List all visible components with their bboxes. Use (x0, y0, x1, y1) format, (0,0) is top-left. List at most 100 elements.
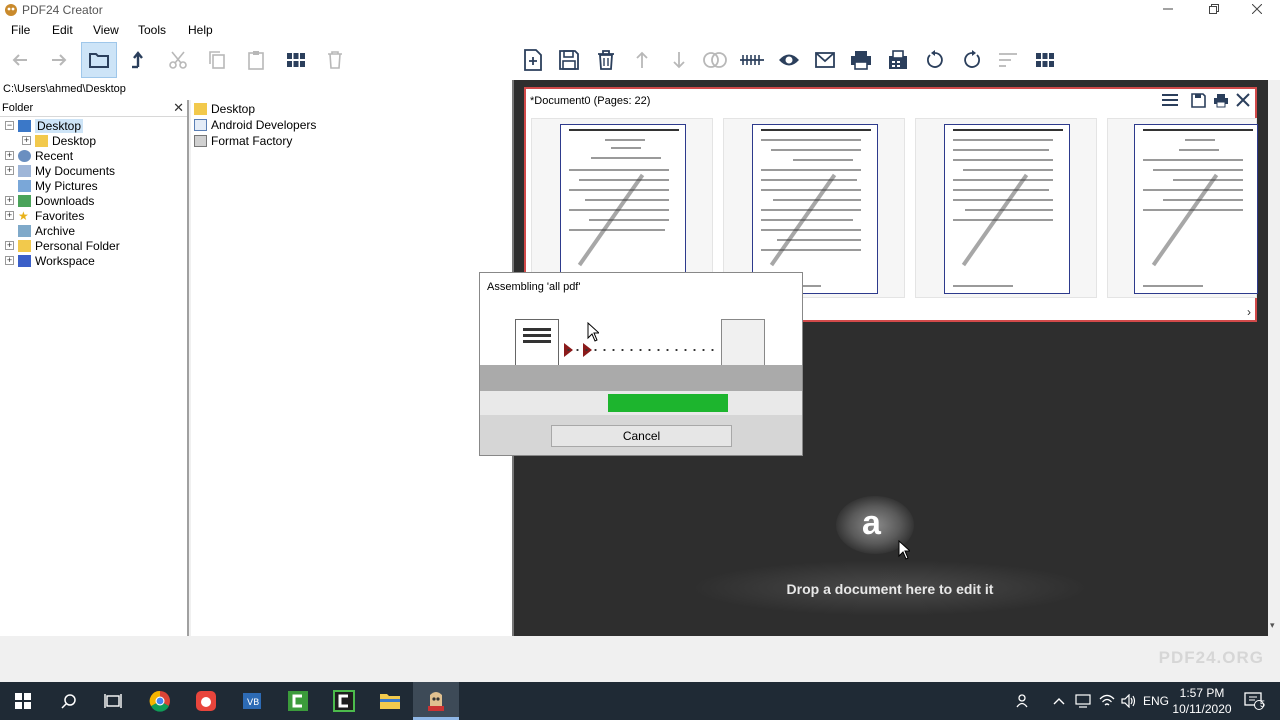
scroll-down-icon[interactable]: ▾ (1270, 620, 1275, 631)
move-up-button[interactable] (624, 42, 660, 78)
back-button[interactable] (2, 42, 38, 78)
tree-item-archive[interactable]: Archive (18, 223, 75, 238)
tree-item-label: My Pictures (35, 178, 98, 193)
editor-scrollbar[interactable]: ▾ (1268, 80, 1280, 636)
expand-icon[interactable]: + (5, 256, 14, 265)
tree-item-desktop[interactable]: − Desktop (5, 118, 84, 133)
document-menu-button[interactable] (1162, 93, 1178, 110)
page-grid-button[interactable] (1027, 42, 1063, 78)
expand-icon[interactable]: + (5, 166, 14, 175)
cut-button[interactable] (160, 42, 196, 78)
language-indicator[interactable]: ENG (1143, 694, 1169, 708)
document-save-button[interactable] (1191, 93, 1206, 111)
taskbar-pdf24[interactable] (413, 682, 459, 720)
new-document-button[interactable] (515, 42, 551, 78)
page-thumbnail[interactable] (723, 118, 905, 298)
page-thumbnail[interactable] (915, 118, 1097, 298)
expand-icon[interactable]: + (5, 211, 14, 220)
grid-icon (1036, 53, 1054, 67)
print-button[interactable] (843, 42, 879, 78)
tray-wifi-button[interactable] (1095, 682, 1119, 720)
rotate-left-button[interactable] (917, 42, 953, 78)
dialog-button-area: Cancel (480, 415, 802, 455)
page-thumbnail[interactable] (1107, 118, 1258, 298)
tree-item-workspace[interactable]: + Workspace (5, 253, 95, 268)
task-view-button[interactable] (90, 682, 136, 720)
copy-button[interactable] (199, 42, 235, 78)
expand-icon[interactable]: + (5, 241, 14, 250)
preview-button[interactable] (771, 42, 807, 78)
sort-button[interactable] (990, 42, 1026, 78)
menu-edit[interactable]: Edit (52, 23, 73, 37)
forward-button[interactable] (41, 42, 77, 78)
tree-item-label: Downloads (35, 193, 95, 208)
tree-item-personal-folder[interactable]: + Personal Folder (5, 238, 120, 253)
people-button[interactable] (1004, 682, 1044, 720)
search-button[interactable] (46, 682, 92, 720)
email-button[interactable] (807, 42, 843, 78)
document-toolbar (512, 40, 1280, 80)
progress-bar (480, 391, 802, 415)
file-item-desktop[interactable]: Desktop (194, 101, 255, 117)
minimize-button[interactable] (1145, 0, 1191, 20)
file-item-format-factory[interactable]: Format Factory (194, 133, 292, 149)
fax-button[interactable] (880, 42, 916, 78)
menu-view[interactable]: View (93, 23, 119, 37)
progress-bar-fill (608, 394, 728, 412)
folder-view-button[interactable] (81, 42, 117, 78)
tree-item-my-pictures[interactable]: My Pictures (18, 178, 98, 193)
tree-item-favorites[interactable]: + ★ Favorites (5, 208, 84, 223)
taskbar-file-explorer[interactable] (367, 682, 413, 720)
file-item-android-developers[interactable]: Android Developers (194, 117, 316, 133)
menu-file[interactable]: File (11, 23, 30, 37)
close-button[interactable] (1234, 0, 1280, 20)
path-bar[interactable]: C:\Users\ahmed\Desktop (0, 80, 512, 100)
rotate-right-icon (964, 50, 980, 68)
split-button[interactable] (734, 42, 770, 78)
scroll-right-icon[interactable]: › (1247, 305, 1251, 319)
system-clock[interactable]: 1:57 PM 10/11/2020 (1172, 685, 1232, 717)
restore-button[interactable] (1191, 0, 1237, 20)
page-thumbnail[interactable] (531, 118, 713, 298)
status-footer: PDF24.ORG (0, 636, 1280, 682)
taskbar-camtasia[interactable] (275, 682, 321, 720)
delete-file-button[interactable] (317, 42, 353, 78)
tray-network-button[interactable] (1071, 682, 1095, 720)
taskbar-chrome[interactable] (137, 682, 183, 720)
document-print-button[interactable] (1213, 93, 1229, 111)
taskbar-camtasia-recorder[interactable] (321, 682, 367, 720)
tray-chevron-button[interactable] (1047, 682, 1071, 720)
tree-item-my-documents[interactable]: + My Documents (5, 163, 115, 178)
envelope-icon (815, 52, 835, 68)
taskbar-virtualbox[interactable]: VB (229, 682, 275, 720)
save-icon (1191, 93, 1206, 108)
parent-folder-button[interactable] (120, 42, 156, 78)
camtasia-recorder-icon (333, 690, 355, 712)
menu-tools[interactable]: Tools (138, 23, 166, 37)
notification-center-button[interactable]: 5 (1236, 682, 1272, 720)
taskbar-app-red[interactable] (183, 682, 229, 720)
tree-item-downloads[interactable]: + Downloads (5, 193, 94, 208)
move-down-button[interactable] (661, 42, 697, 78)
expand-icon[interactable]: + (5, 196, 14, 205)
start-button[interactable] (0, 682, 46, 720)
tree-item-desktop-child[interactable]: + Desktop (22, 133, 96, 148)
tray-volume-button[interactable] (1117, 682, 1141, 720)
close-icon[interactable]: ✕ (173, 100, 184, 116)
restore-icon (1209, 4, 1219, 14)
rotate-right-button[interactable] (954, 42, 990, 78)
tree-item-recent[interactable]: + Recent (5, 148, 73, 163)
document-close-button[interactable] (1236, 93, 1250, 110)
merge-button[interactable] (697, 42, 733, 78)
paste-button[interactable] (238, 42, 274, 78)
menu-help[interactable]: Help (188, 23, 213, 37)
tree-item-label: Archive (35, 223, 76, 238)
save-button[interactable] (551, 42, 587, 78)
expand-icon[interactable]: + (5, 151, 14, 160)
grid-view-button[interactable] (278, 42, 314, 78)
cancel-button[interactable]: Cancel (551, 425, 732, 447)
collapse-icon[interactable]: − (5, 121, 14, 130)
file-list-pane: Desktop Android Developers Format Factor… (191, 100, 512, 636)
expand-icon[interactable]: + (22, 136, 31, 145)
delete-page-button[interactable] (588, 42, 624, 78)
